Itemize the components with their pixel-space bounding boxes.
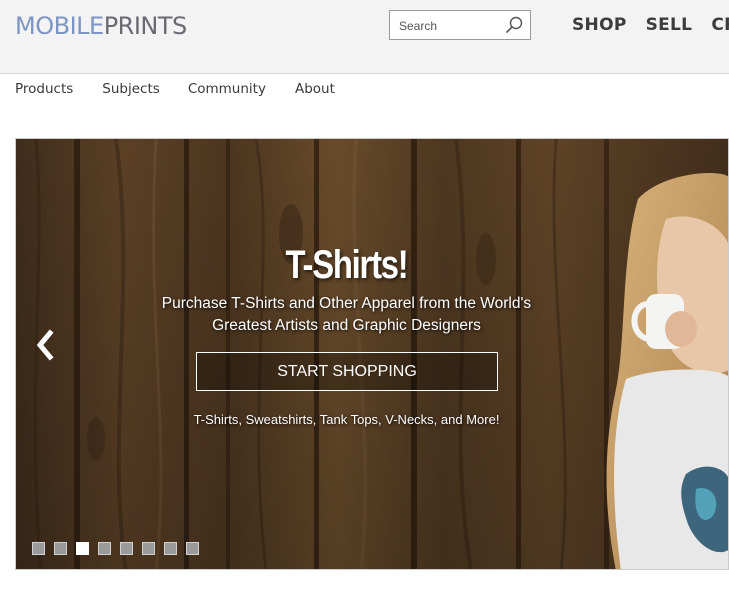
carousel-dot[interactable] <box>98 542 111 555</box>
carousel-dot[interactable] <box>142 542 155 555</box>
nav-sell[interactable]: SELL <box>646 15 693 35</box>
search-icon[interactable] <box>504 15 524 35</box>
subnav-products[interactable]: Products <box>15 81 73 97</box>
sub-nav: Products Subjects Community About <box>15 81 335 97</box>
site-logo[interactable]: MOBILEPRINTS <box>15 12 187 40</box>
hero-subtitle-line-1: Purchase T-Shirts and Other Apparel from… <box>161 295 532 312</box>
hero-note: T-Shirts, Sweatshirts, Tank Tops, V-Neck… <box>193 412 500 427</box>
carousel-dot[interactable] <box>32 542 45 555</box>
subnav-community[interactable]: Community <box>188 81 266 97</box>
nav-shop[interactable]: SHOP <box>572 15 627 35</box>
top-nav: SHOP SELL CR <box>572 15 729 35</box>
hero-subtitle: Purchase T-Shirts and Other Apparel from… <box>16 293 677 337</box>
subnav-about[interactable]: About <box>295 81 335 97</box>
start-shopping-button[interactable]: START SHOPPING <box>196 352 498 391</box>
search-input[interactable] <box>399 17 499 34</box>
site-header: MOBILEPRINTS SHOP SELL CR <box>0 0 729 74</box>
subnav-subjects[interactable]: Subjects <box>102 81 160 97</box>
chevron-left-icon[interactable] <box>34 327 60 363</box>
carousel-dot[interactable] <box>164 542 177 555</box>
nav-create[interactable]: CR <box>711 15 729 35</box>
carousel-dot[interactable] <box>120 542 133 555</box>
search-box <box>389 10 531 40</box>
carousel-dot[interactable] <box>186 542 199 555</box>
carousel-dot[interactable] <box>54 542 67 555</box>
hero-subtitle-line-2: Greatest Artists and Graphic Designers <box>212 317 481 334</box>
logo-part-prints: PRINTS <box>103 12 188 40</box>
hero-carousel: T-Shirts! Purchase T-Shirts and Other Ap… <box>15 138 729 570</box>
carousel-dot[interactable] <box>76 542 89 555</box>
logo-part-mobile: MOBILE <box>15 12 104 40</box>
hero-title: T-Shirts! <box>285 243 409 287</box>
